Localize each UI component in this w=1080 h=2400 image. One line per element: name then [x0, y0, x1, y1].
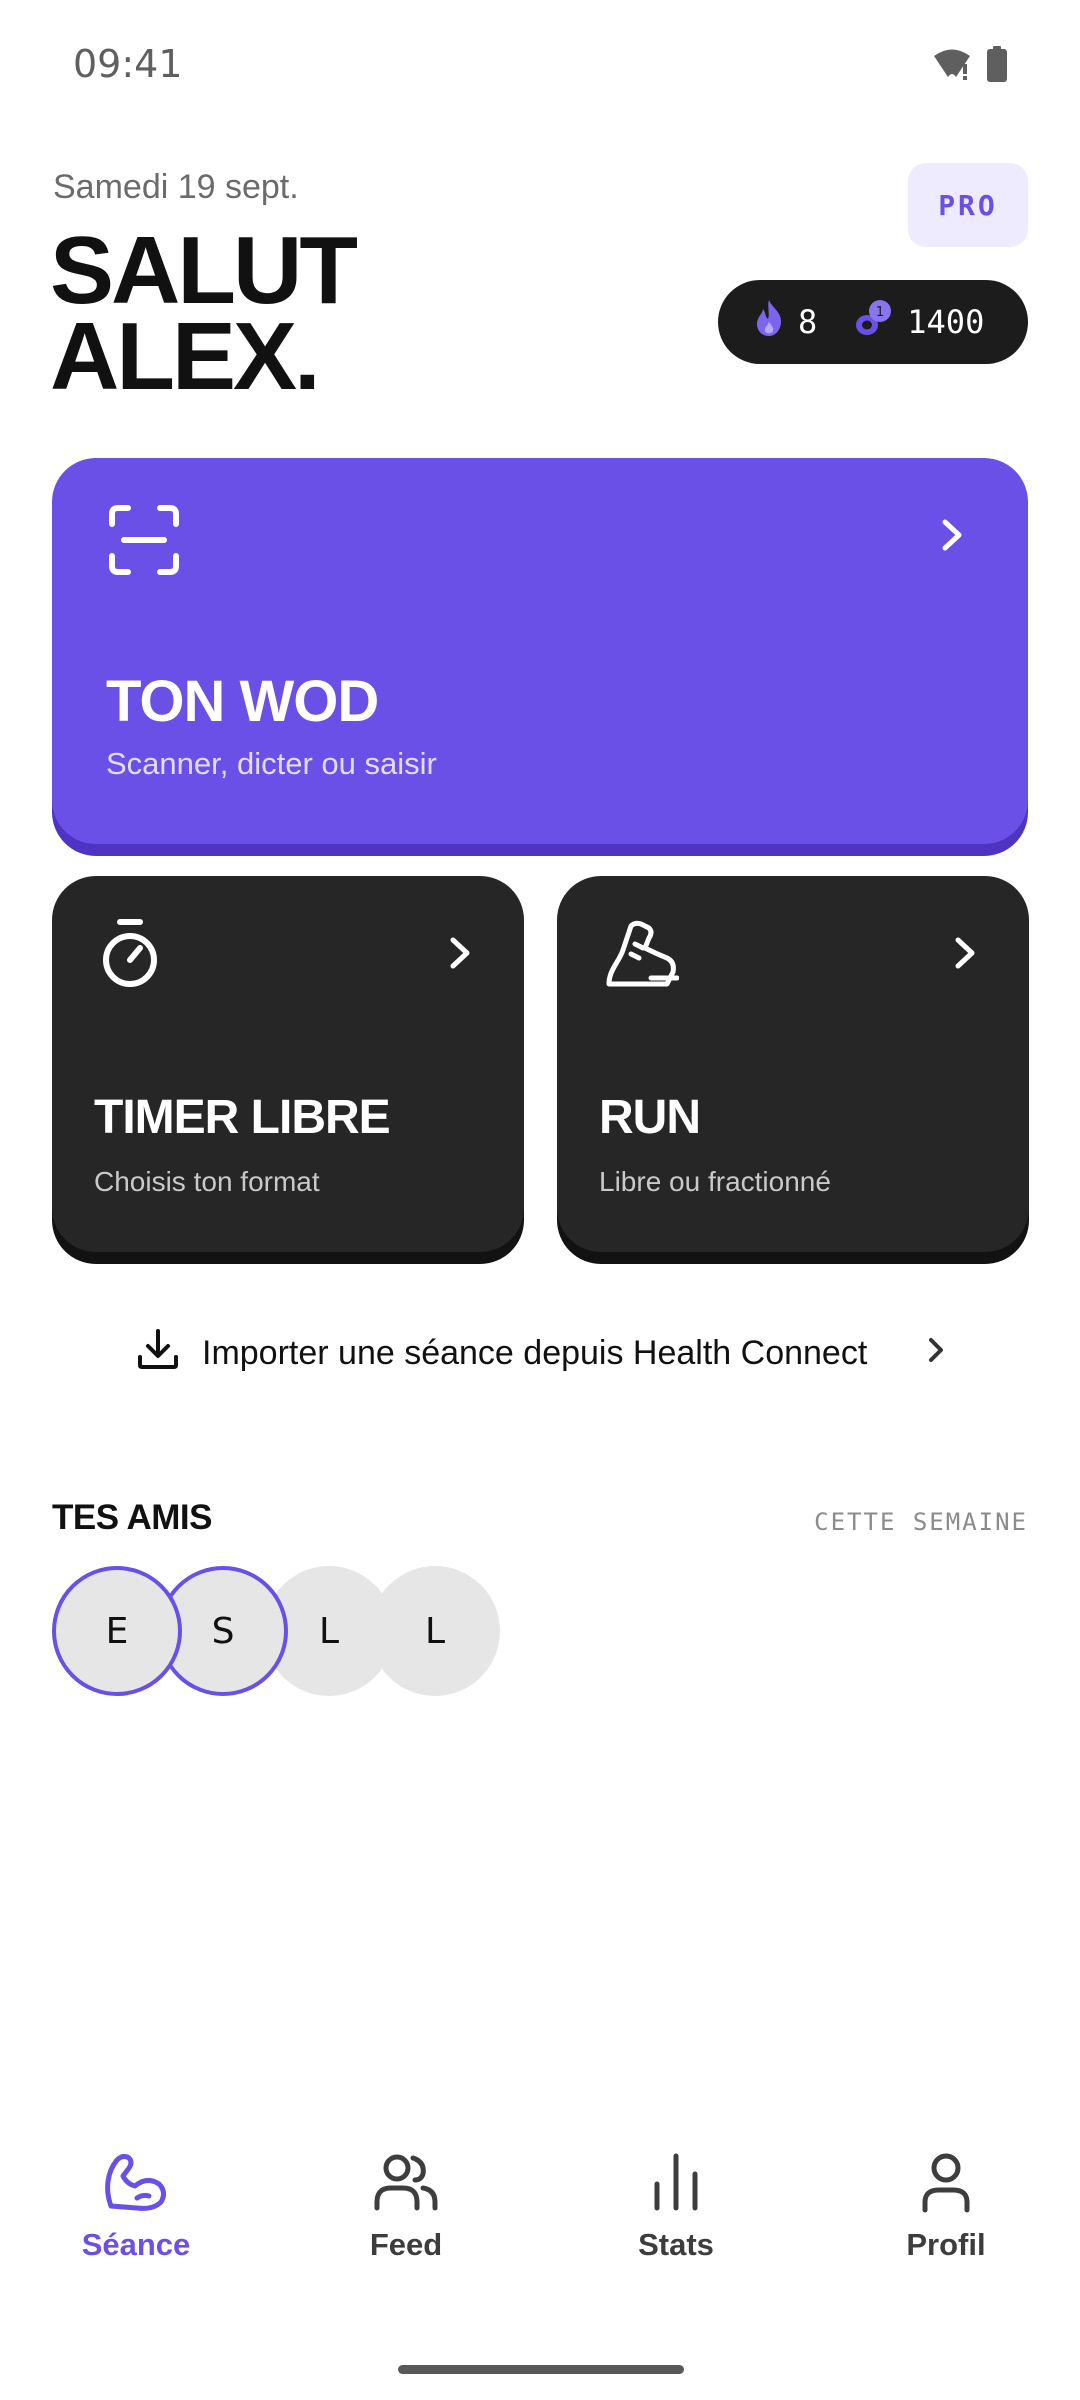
download-icon [136, 1327, 180, 1380]
run-card[interactable]: RUN Libre ou fractionné [557, 876, 1029, 1252]
nav-label-profil: Profil [906, 2227, 986, 2262]
running-shoe-icon [605, 918, 680, 995]
wod-subtitle: Scanner, dicter ou saisir [106, 746, 437, 781]
streak-counter: 8 [754, 299, 817, 345]
bottom-nav: Séance Feed Stats Profil [0, 2150, 1080, 2300]
timer-card[interactable]: TIMER LIBRE Choisis ton format [52, 876, 524, 1252]
home-screen: 09:41 Samedi 19 sept. SALUT ALEX. PRO 8 … [0, 0, 1080, 2400]
timer-chevron-right-icon [448, 936, 472, 975]
wod-chevron-right-icon [940, 518, 964, 557]
coins-value: 1400 [907, 303, 985, 341]
user-icon [913, 2150, 979, 2219]
coins-counter: 1 1400 [853, 299, 984, 345]
flame-icon [754, 299, 784, 345]
run-subtitle: Libre ou fractionné [599, 1166, 831, 1197]
nav-item-stats[interactable]: Stats [576, 2150, 776, 2263]
nav-item-feed[interactable]: Feed [306, 2150, 506, 2263]
greeting-line-1: SALUT [50, 217, 358, 324]
timer-title: TIMER LIBRE [94, 1091, 391, 1144]
home-indicator[interactable] [398, 2365, 684, 2374]
timer-subtitle: Choisis ton format [94, 1166, 320, 1197]
run-title: RUN [599, 1091, 701, 1144]
bar-chart-icon [643, 2150, 709, 2219]
greeting-title: SALUT ALEX. [50, 217, 358, 410]
status-icons [932, 46, 1008, 87]
stats-pill[interactable]: 8 1 1400 [718, 280, 1028, 364]
flexed-arm-icon [103, 2150, 169, 2219]
import-chevron-right-icon [926, 1334, 946, 1373]
nav-label-seance: Séance [81, 2227, 191, 2262]
scan-icon [108, 504, 180, 581]
wod-card[interactable]: TON WOD Scanner, dicter ou saisir [52, 458, 1028, 844]
greeting-line-2: ALEX. [50, 303, 321, 410]
run-chevron-right-icon [953, 936, 977, 975]
coins-icon: 1 [853, 299, 893, 345]
friends-avatar-row: E S L L [52, 1566, 552, 1698]
stopwatch-icon [100, 918, 160, 995]
nav-label-feed: Feed [369, 2227, 443, 2262]
friends-period-label[interactable]: CETTE SEMAINE [814, 1508, 1028, 1536]
nav-item-profil[interactable]: Profil [846, 2150, 1046, 2263]
nav-label-stats: Stats [638, 2227, 714, 2262]
nav-item-seance[interactable]: Séance [36, 2150, 236, 2263]
pro-badge[interactable]: PRO [908, 163, 1028, 247]
import-health-connect-button[interactable]: Importer une séance depuis Health Connec… [136, 1320, 946, 1386]
friends-section-title: TES AMIS [52, 1498, 213, 1537]
date-label: Samedi 19 sept. [53, 168, 299, 206]
status-bar: 09:41 [0, 0, 1080, 130]
wifi-alert-icon [932, 47, 972, 86]
svg-text:1: 1 [876, 305, 884, 320]
status-time: 09:41 [73, 42, 183, 86]
users-icon [373, 2150, 439, 2219]
friend-avatar[interactable]: E [52, 1566, 182, 1696]
battery-icon [986, 46, 1008, 87]
import-label: Importer une séance depuis Health Connec… [202, 1333, 868, 1372]
wod-title: TON WOD [106, 669, 379, 734]
streak-value: 8 [798, 303, 818, 341]
